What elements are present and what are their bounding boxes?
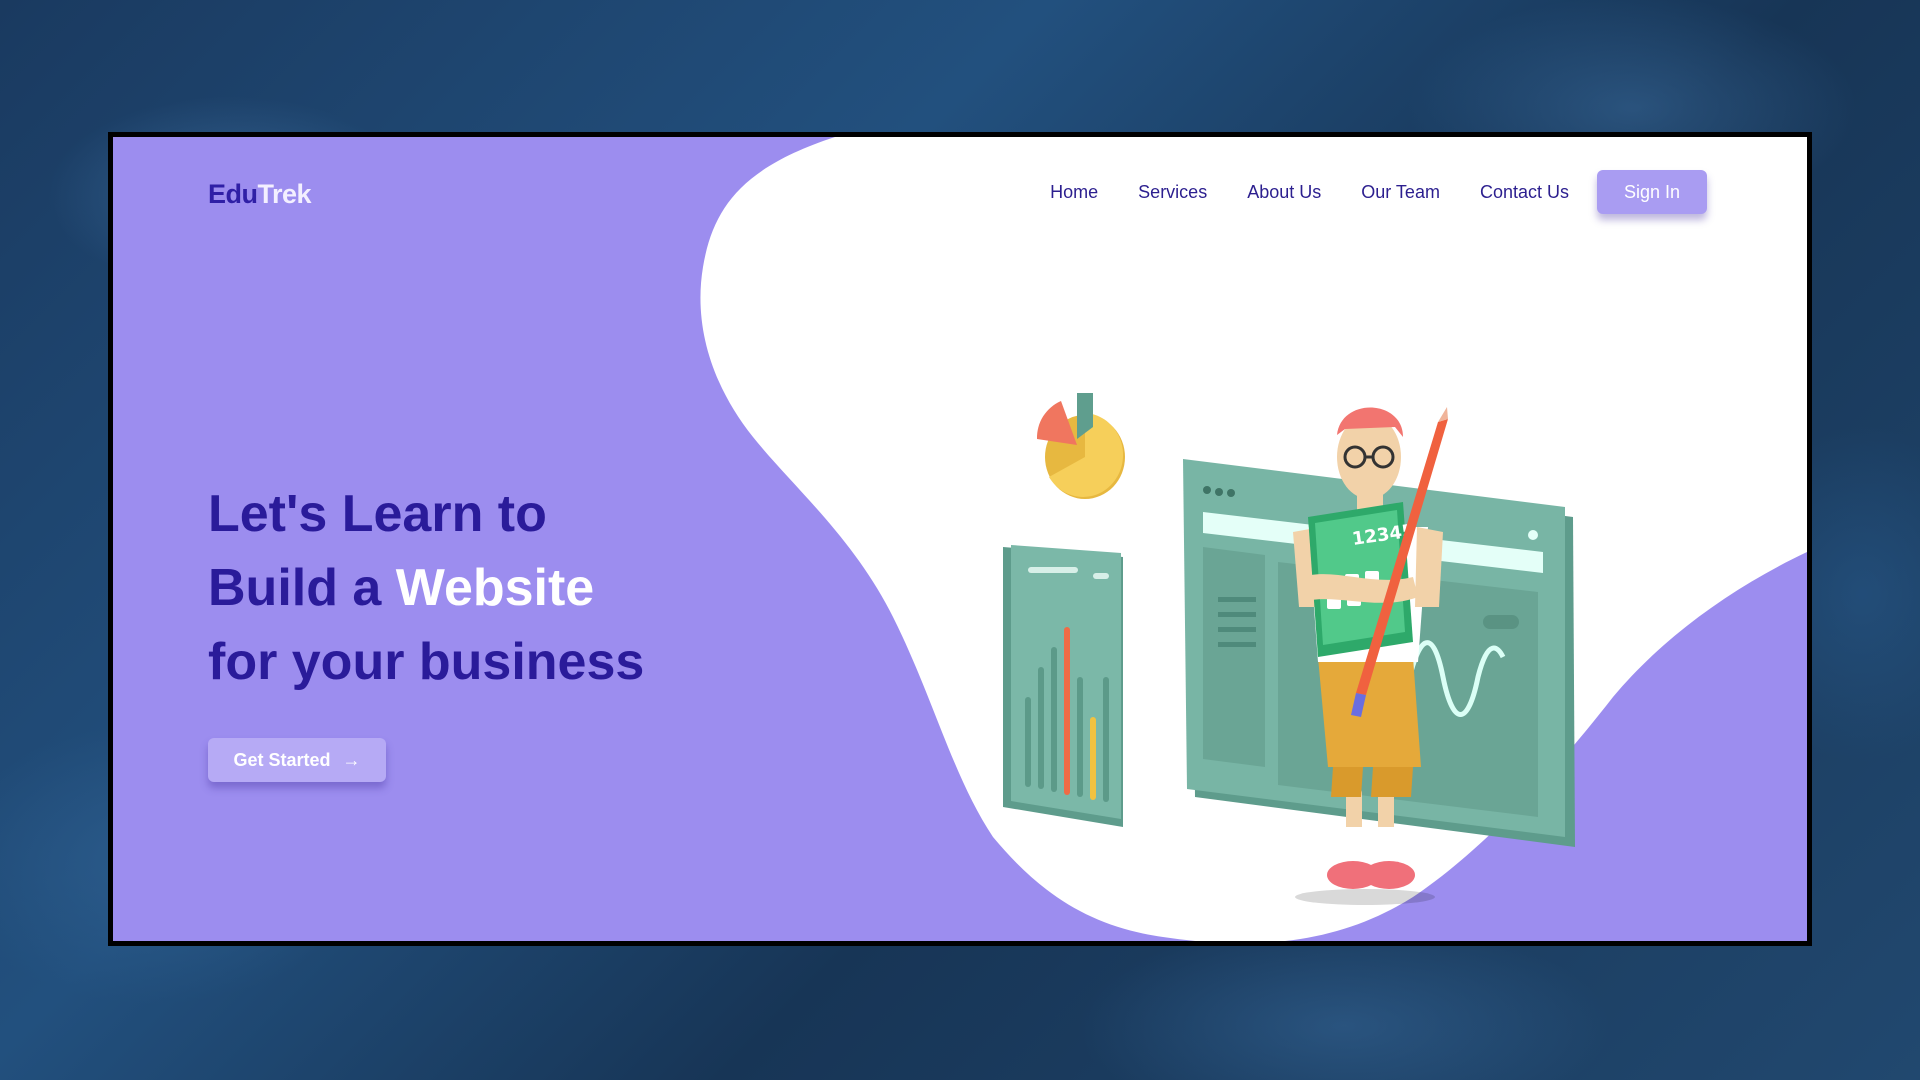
sign-in-button[interactable]: Sign In [1597,170,1707,214]
hero-illustration: 12345 [1003,393,1575,905]
main-nav: Home Services About Us Our Team Contact … [1010,170,1707,214]
headline-highlight: Website [395,559,595,617]
nav-services[interactable]: Services [1138,182,1207,203]
headline-line1: Let's Learn to [208,485,547,543]
get-started-label: Get Started [233,749,331,770]
landing-page: EduTrek Home Services About Us Our Team … [113,137,1807,941]
nav-about-us[interactable]: About Us [1247,182,1321,203]
nav-home[interactable]: Home [1050,182,1098,203]
get-started-button[interactable]: Get Started → [208,738,386,782]
brand-logo-part1: Edu [208,179,258,209]
bar-chart-panel [1003,545,1123,827]
nav-our-team[interactable]: Our Team [1361,182,1440,203]
nav-contact-us[interactable]: Contact Us [1480,182,1569,203]
hero-headline: Let's Learn to Build a Website for your … [208,477,644,699]
headline-line3: for your business [208,633,645,691]
brand-logo-part2: Trek [257,179,312,209]
screenshot-frame: EduTrek Home Services About Us Our Team … [108,132,1812,946]
brand-logo[interactable]: EduTrek [208,179,312,210]
arrow-right-icon: → [342,749,361,770]
headline-line2-prefix: Build a [208,559,396,617]
pie-chart-icon [1036,393,1125,499]
